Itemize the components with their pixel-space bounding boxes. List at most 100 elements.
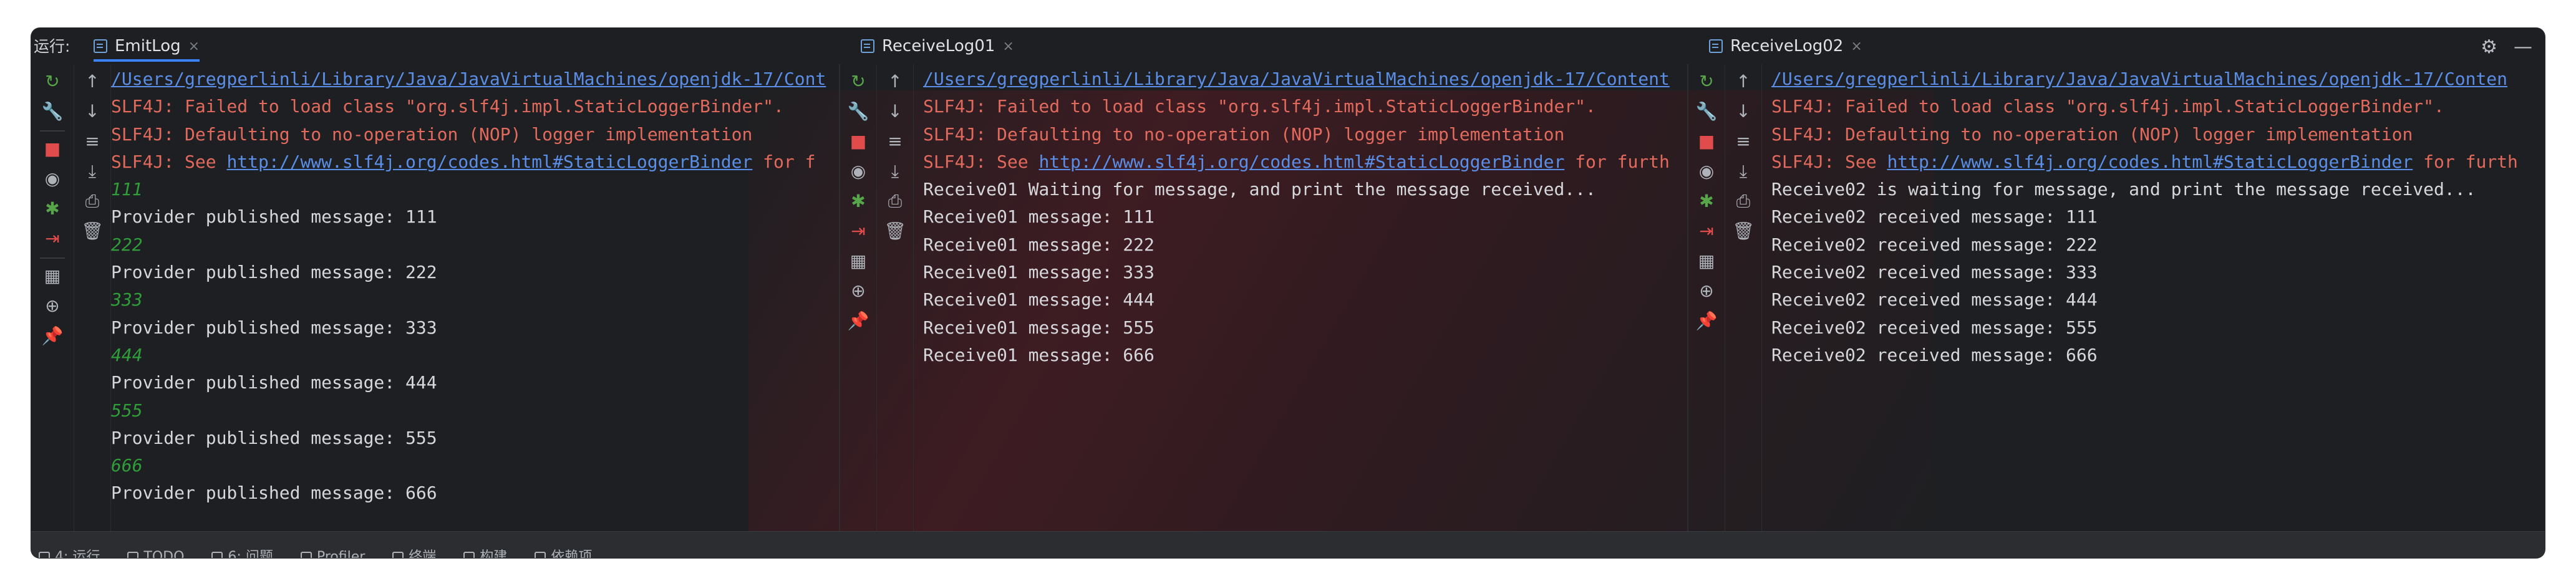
scroll-to-end-icon[interactable]: ⤓ [80,159,105,184]
slf4j-help-link[interactable]: http://www.slf4j.org/codes.html#StaticLo… [226,151,752,172]
camera-icon[interactable]: ◉ [1694,159,1719,184]
tab-label: ReceiveLog01 [882,37,995,55]
trash-icon[interactable]: 🗑 [80,219,105,244]
stop-icon[interactable]: ■ [1694,129,1719,154]
console-text: SLF4J: Failed to load class "org.slf4j.i… [1771,96,2444,117]
console-text: SLF4J: Defaulting to no-operation (NOP) … [923,123,1565,145]
todo-icon [127,552,139,558]
java-path-link[interactable]: /Users/gregperlinli/Library/Java/JavaVir… [923,69,1670,89]
console-text: 555 [111,400,143,421]
console-line: Provider published message: 111 [111,203,859,231]
rerun-icon[interactable]: ↻ [846,69,871,94]
console-output-receivelog02[interactable]: /Users/gregperlinli/Library/Java/JavaVir… [1771,64,2545,533]
wrench-icon[interactable]: 🔧 [846,99,871,124]
console-output-emitlog[interactable]: /Users/gregperlinli/Library/Java/JavaVir… [111,64,859,533]
wrench-icon[interactable]: 🔧 [1694,99,1719,124]
console-line: 222 [111,231,859,259]
scroll-to-end-icon[interactable]: ⤓ [1731,159,1756,184]
console-text: Receive01 message: 222 [923,234,1155,255]
problems-icon [211,552,223,558]
soft-wrap-icon[interactable]: ≡ [1731,129,1756,154]
print-icon[interactable]: ⎙ [80,189,105,214]
status-terminal[interactable]: 终端 [392,549,436,558]
console-line: Provider published message: 222 [111,259,859,286]
camera-icon[interactable]: ◉ [40,166,65,191]
trash-icon[interactable]: 🗑 [883,219,908,244]
console-line: 444 [111,342,859,369]
pin-icon[interactable]: 📌 [846,309,871,334]
tab-receivelog01[interactable]: ReceiveLog01 × [861,33,1014,59]
status-build[interactable]: 构建 [463,549,507,558]
console-line: Receive02 received message: 444 [1771,286,2545,314]
print-icon[interactable]: ⎙ [1731,189,1756,214]
tab-emitlog[interactable]: EmitLog × [94,33,200,62]
console-line: Receive01 message: 555 [923,314,1690,342]
console-text: for f [752,151,816,172]
trash-icon[interactable]: 🗑 [1731,219,1756,244]
stop-icon[interactable]: ■ [40,137,65,161]
arrow-down-icon[interactable]: ↓ [80,99,105,124]
dependencies-icon [535,552,546,558]
status-run[interactable]: 4: 运行 [39,549,100,558]
arrow-up-icon[interactable]: ↑ [883,69,908,94]
console-text: Provider published message: 222 [111,262,437,283]
debug-icon[interactable]: ✱ [40,196,65,221]
console-line: Receive02 is waiting for message, and pr… [1771,176,2545,203]
gear-icon[interactable]: ⚙ [2481,36,2497,58]
debug-icon[interactable]: ✱ [846,189,871,214]
status-problems[interactable]: 6: 问题 [211,549,273,558]
stop-icon[interactable]: ■ [846,129,871,154]
wrench-icon[interactable]: 🔧 [40,99,65,124]
status-todo[interactable]: TODO [127,549,184,558]
toolbar-divider [40,257,65,259]
layout-icon[interactable]: ▦ [1694,249,1719,274]
console-output-receivelog01[interactable]: /Users/gregperlinli/Library/Java/JavaVir… [923,64,1690,533]
console-text: Receive02 is waiting for message, and pr… [1771,179,2476,200]
status-dependencies[interactable]: 依赖项 [535,549,592,558]
rerun-icon[interactable]: ↻ [40,69,65,94]
arrow-down-icon[interactable]: ↓ [1731,99,1756,124]
layout-icon[interactable]: ▦ [40,264,65,289]
close-icon[interactable]: × [188,39,200,54]
arrow-down-icon[interactable]: ↓ [883,99,908,124]
console-text: for furth [2413,151,2518,172]
rerun-icon[interactable]: ↻ [1694,69,1719,94]
console-line: Provider published message: 555 [111,425,859,452]
console-line: SLF4J: Defaulting to no-operation (NOP) … [111,121,859,148]
close-icon[interactable]: × [1002,39,1014,54]
console-line: /Users/gregperlinli/Library/Java/JavaVir… [111,65,859,93]
exit-icon[interactable]: ⇥ [846,219,871,244]
console-line: 111 [111,176,859,203]
pin-icon[interactable]: 📌 [40,324,65,348]
soft-wrap-icon[interactable]: ≡ [80,129,105,154]
slf4j-help-link[interactable]: http://www.slf4j.org/codes.html#StaticLo… [1887,151,2413,172]
build-icon [463,552,475,558]
status-profiler[interactable]: Profiler [300,549,365,558]
console-line: 555 [111,397,859,425]
console-text: Receive01 message: 555 [923,317,1155,338]
layout-icon[interactable]: ▦ [846,249,871,274]
run-tool-window: 运行: EmitLog × ReceiveLog01 × ReceiveLog0… [31,28,2545,558]
console-line: SLF4J: See http://www.slf4j.org/codes.ht… [111,148,859,176]
pin-icon[interactable]: 📌 [1694,309,1719,334]
arrow-up-icon[interactable]: ↑ [80,69,105,94]
tab-receivelog02[interactable]: ReceiveLog02 × [1709,33,1862,59]
camera-icon[interactable]: ◉ [846,159,871,184]
console-line: Receive01 message: 444 [923,286,1690,314]
java-path-link[interactable]: /Users/gregperlinli/Library/Java/JavaVir… [111,69,826,89]
console-text: 111 [111,179,143,200]
globe-icon[interactable]: ⊕ [1694,279,1719,304]
soft-wrap-icon[interactable]: ≡ [883,129,908,154]
exit-icon[interactable]: ⇥ [1694,219,1719,244]
debug-icon[interactable]: ✱ [1694,189,1719,214]
slf4j-help-link[interactable]: http://www.slf4j.org/codes.html#StaticLo… [1039,151,1564,172]
globe-icon[interactable]: ⊕ [846,279,871,304]
print-icon[interactable]: ⎙ [883,189,908,214]
globe-icon[interactable]: ⊕ [40,294,65,319]
exit-icon[interactable]: ⇥ [40,226,65,251]
scroll-to-end-icon[interactable]: ⤓ [883,159,908,184]
arrow-up-icon[interactable]: ↑ [1731,69,1756,94]
minimize-icon[interactable]: — [2514,36,2532,58]
close-icon[interactable]: × [1851,39,1862,54]
java-path-link[interactable]: /Users/gregperlinli/Library/Java/JavaVir… [1771,69,2507,89]
